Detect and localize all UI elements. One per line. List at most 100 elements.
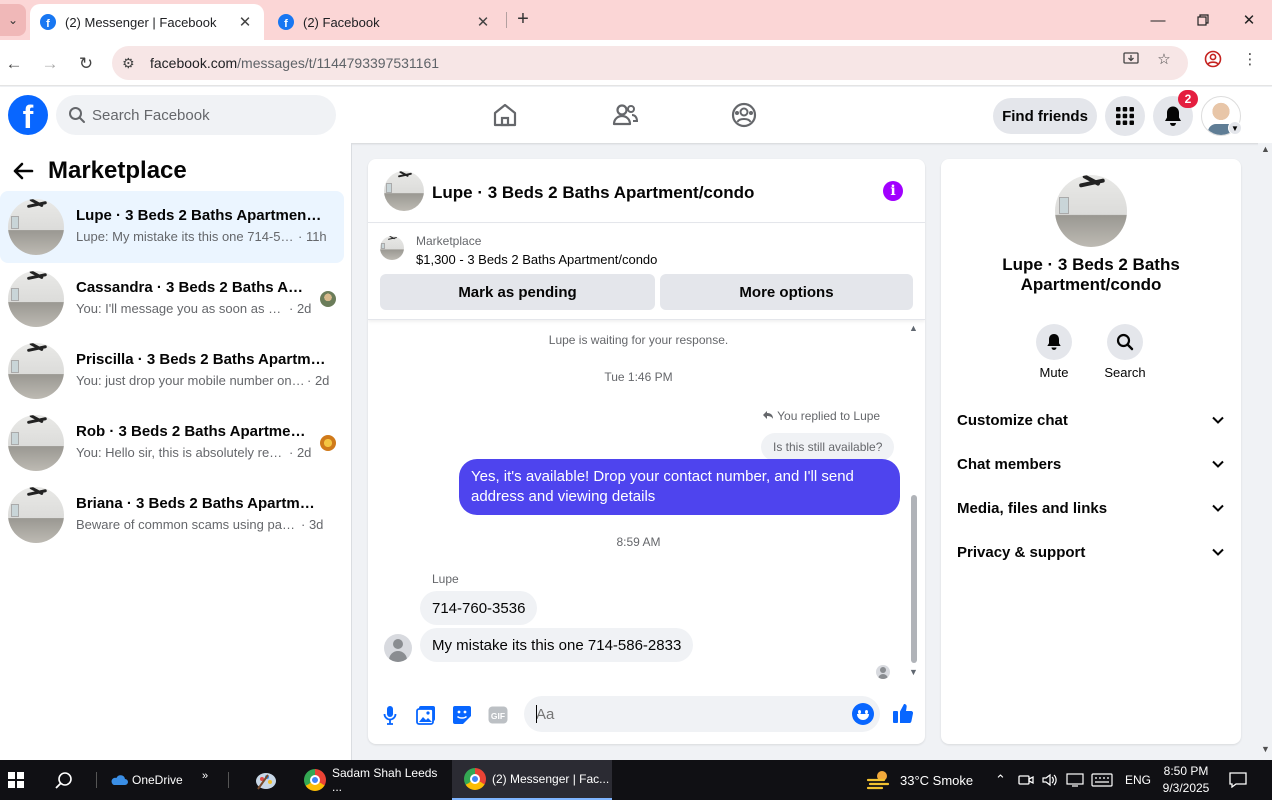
chat-title[interactable]: Lupe · 3 Beds 2 Baths Apartment/condo bbox=[432, 183, 754, 203]
account-chevron-down-icon[interactable]: ▼ bbox=[1228, 121, 1242, 135]
overflow-chevron-icon[interactable]: » bbox=[202, 756, 208, 796]
listing-thumbnail bbox=[8, 415, 64, 471]
facebook-logo-icon[interactable]: f bbox=[8, 95, 48, 135]
incoming-message[interactable]: 714-760-3536 bbox=[420, 591, 538, 625]
paint-app-icon[interactable] bbox=[254, 760, 278, 800]
outgoing-message[interactable]: Yes, it's available! Drop your contact n… bbox=[459, 459, 900, 515]
scroll-down-arrow-icon[interactable]: ▼ bbox=[1261, 744, 1270, 754]
tab-search-chevron-icon[interactable]: ⌄ bbox=[0, 4, 26, 36]
chat-members-row[interactable]: Chat members bbox=[957, 446, 1225, 482]
emoji-icon[interactable] bbox=[852, 703, 874, 725]
mute-button[interactable] bbox=[1036, 324, 1072, 360]
listing-thumbnail bbox=[380, 236, 404, 260]
listing-thumbnail[interactable] bbox=[384, 171, 424, 211]
thumbs-up-icon[interactable] bbox=[892, 702, 914, 724]
close-window-icon[interactable]: ✕ bbox=[1237, 8, 1261, 32]
forward-arrow-icon[interactable]: → bbox=[38, 52, 62, 76]
profile-icon[interactable] bbox=[1202, 48, 1224, 70]
reload-icon[interactable]: ↻ bbox=[74, 52, 98, 76]
incoming-message[interactable]: My mistake its this one 714-586-2833 bbox=[420, 628, 694, 662]
onedrive-taskbar-item[interactable]: OneDrive bbox=[110, 760, 183, 800]
install-app-icon[interactable] bbox=[1120, 48, 1142, 70]
customize-chat-row[interactable]: Customize chat bbox=[957, 402, 1225, 438]
search-icon[interactable] bbox=[54, 771, 74, 791]
back-arrow-icon[interactable]: ← bbox=[2, 52, 26, 76]
find-friends-button[interactable]: Find friends bbox=[993, 98, 1097, 134]
tab-title: (2) Messenger | Facebook bbox=[65, 14, 217, 30]
conversation-item[interactable]: Cassandra · 3 Beds 2 Baths Apartment/con… bbox=[0, 263, 344, 335]
message-input[interactable] bbox=[524, 696, 880, 732]
url-field[interactable]: ⚙ facebook.com/messages/t/11447933975311… bbox=[112, 46, 1188, 80]
conversation-item[interactable]: Lupe · 3 Beds 2 Baths Apartment/condo Lu… bbox=[0, 191, 344, 263]
chevron-down-icon bbox=[1212, 460, 1224, 468]
scroll-up-arrow-icon[interactable]: ▲ bbox=[909, 323, 918, 333]
quoted-message[interactable]: Is this still available? bbox=[761, 433, 895, 461]
mark-as-pending-button[interactable]: Mark as pending bbox=[380, 274, 655, 310]
site-settings-icon[interactable]: ⚙ bbox=[122, 55, 135, 72]
windows-start-icon[interactable] bbox=[8, 772, 24, 788]
svg-text:GIF: GIF bbox=[491, 711, 505, 721]
keyboard-icon[interactable] bbox=[1091, 760, 1113, 800]
system-clock[interactable]: 8:50 PM 9/3/2025 bbox=[1158, 763, 1214, 797]
conversation-item[interactable]: Priscilla · 3 Beds 2 Baths Apartment/con… bbox=[0, 335, 344, 407]
conversation-preview: Beware of common scams using payment app… bbox=[76, 517, 296, 532]
message-scrollbar[interactable] bbox=[911, 495, 917, 663]
notification-count-badge: 2 bbox=[1178, 90, 1198, 108]
scroll-up-arrow-icon[interactable]: ▲ bbox=[1261, 144, 1270, 154]
sender-name: Lupe bbox=[432, 572, 459, 586]
conversation-item[interactable]: Briana · 3 Beds 2 Baths Apartment/condo … bbox=[0, 479, 344, 551]
bell-icon bbox=[1047, 334, 1061, 350]
home-icon[interactable] bbox=[491, 101, 519, 129]
chrome-taskbar-item-active[interactable]: (2) Messenger | Fac... bbox=[452, 760, 612, 800]
minimize-window-icon[interactable]: — bbox=[1146, 8, 1170, 32]
browser-tab-messenger[interactable]: f (2) Messenger | Facebook ✕ bbox=[30, 4, 264, 40]
weather-text: 33°C Smoke bbox=[900, 772, 974, 788]
browser-menu-icon[interactable]: ⋮ bbox=[1239, 48, 1261, 70]
language-indicator[interactable]: ENG bbox=[1125, 760, 1151, 800]
camera-icon[interactable] bbox=[1018, 760, 1034, 800]
tab-divider bbox=[506, 12, 507, 28]
privacy-support-row[interactable]: Privacy & support bbox=[957, 534, 1225, 570]
photo-icon[interactable] bbox=[415, 704, 437, 726]
message-thread[interactable]: ▲ ▼ Lupe is waiting for your response. T… bbox=[368, 321, 925, 685]
bookmark-star-icon[interactable]: ☆ bbox=[1153, 48, 1175, 70]
close-tab-icon[interactable]: ✕ bbox=[236, 13, 254, 31]
tab-title: (2) Facebook bbox=[303, 14, 380, 30]
scroll-down-arrow-icon[interactable]: ▼ bbox=[909, 667, 918, 677]
browser-tab-facebook[interactable]: f (2) Facebook ✕ bbox=[268, 4, 502, 40]
friends-icon[interactable] bbox=[611, 101, 639, 129]
page-scrollbar[interactable]: ▲ ▼ bbox=[1258, 143, 1272, 760]
notification-center-icon[interactable] bbox=[1229, 760, 1247, 800]
info-title: Lupe · 3 Beds 2 Baths Apartment/condo bbox=[1002, 255, 1180, 294]
microphone-icon[interactable] bbox=[379, 704, 401, 726]
search-icon bbox=[69, 107, 85, 123]
conversation-item[interactable]: Rob · 3 Beds 2 Baths Apartment/condo You… bbox=[0, 407, 344, 479]
search-in-chat-button[interactable] bbox=[1107, 324, 1143, 360]
weather-widget[interactable]: 33°C Smoke bbox=[866, 760, 973, 800]
facebook-search-input[interactable]: Search Facebook bbox=[56, 95, 336, 135]
arrow-left-icon[interactable] bbox=[12, 161, 34, 187]
restore-window-icon[interactable] bbox=[1191, 8, 1215, 32]
groups-icon[interactable] bbox=[730, 101, 758, 129]
seen-avatar bbox=[320, 291, 336, 307]
volume-icon[interactable] bbox=[1042, 760, 1058, 800]
new-tab-plus-icon[interactable]: + bbox=[512, 8, 534, 30]
onedrive-label: OneDrive bbox=[132, 773, 183, 787]
info-icon[interactable]: i bbox=[883, 181, 903, 201]
chrome-taskbar-item[interactable]: Sadam Shah Leeds ... bbox=[298, 760, 448, 800]
menu-grid-icon[interactable] bbox=[1105, 96, 1145, 136]
clock-time: 8:50 PM bbox=[1163, 764, 1209, 778]
listing-price[interactable]: $1,300 - 3 Beds 2 Baths Apartment/condo bbox=[416, 252, 657, 267]
tray-overflow-icon[interactable]: ⌃ bbox=[995, 760, 1006, 800]
close-tab-icon[interactable]: ✕ bbox=[474, 13, 492, 31]
network-icon[interactable] bbox=[1066, 760, 1084, 800]
media-files-links-row[interactable]: Media, files and links bbox=[957, 490, 1225, 526]
sticker-icon[interactable] bbox=[451, 704, 473, 726]
onedrive-cloud-icon bbox=[111, 775, 128, 785]
sender-avatar[interactable] bbox=[384, 634, 412, 662]
gif-icon[interactable]: GIF bbox=[487, 704, 509, 726]
facebook-favicon-icon: f bbox=[278, 14, 294, 30]
chat-info-panel: Lupe · 3 Beds 2 Baths Apartment/condo Mu… bbox=[941, 159, 1241, 744]
more-options-button[interactable]: More options bbox=[660, 274, 913, 310]
chat-header: Lupe · 3 Beds 2 Baths Apartment/condo i bbox=[368, 159, 925, 223]
